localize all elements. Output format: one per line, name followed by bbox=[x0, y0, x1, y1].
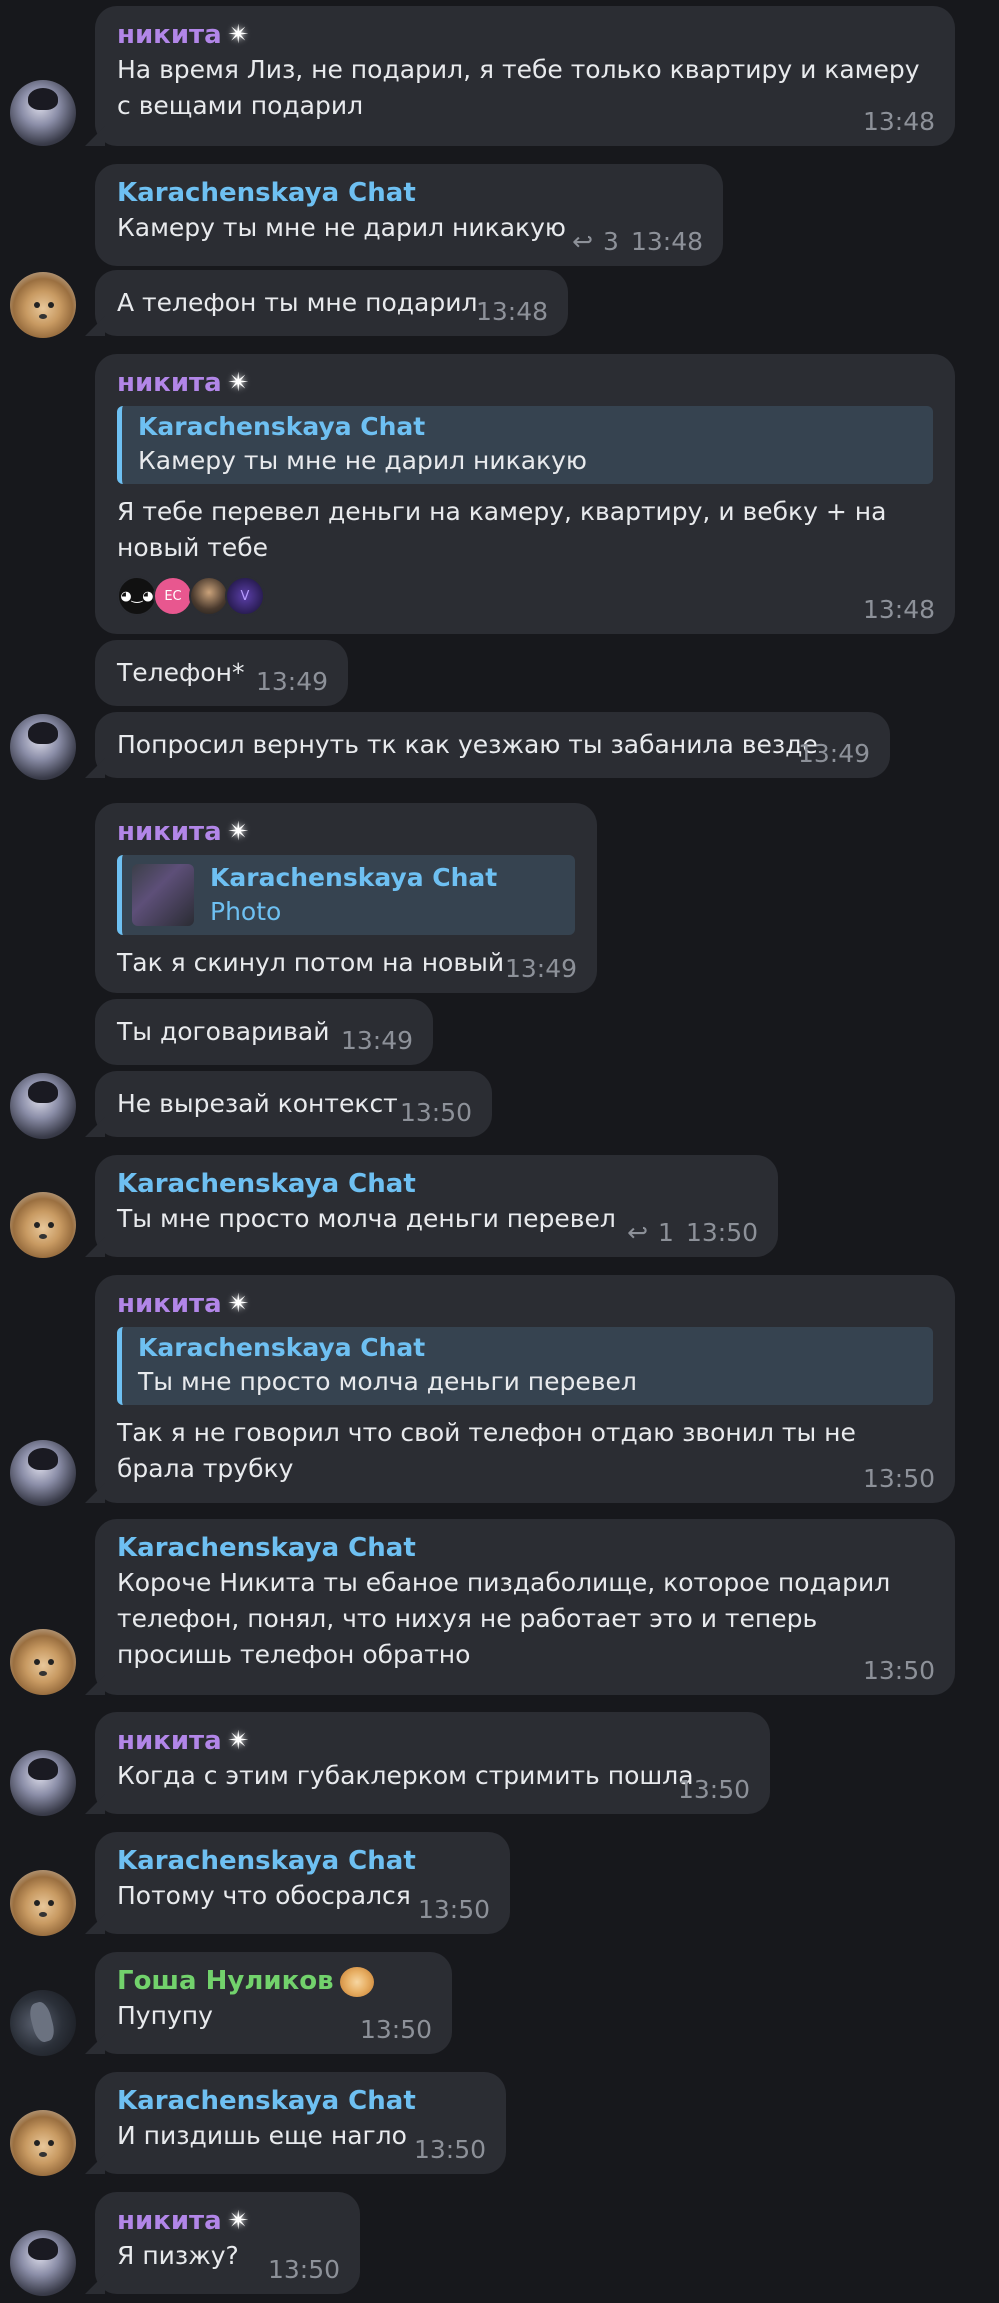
avatar-karachenskaya[interactable] bbox=[10, 2110, 76, 2176]
sparkle-star-icon: ✴ bbox=[227, 1289, 250, 1319]
avatar-nikita[interactable] bbox=[10, 80, 76, 146]
sender-name[interactable]: Karachenskaya Chat bbox=[117, 1531, 933, 1565]
message-time: 13:48 bbox=[862, 595, 935, 624]
reply-quote[interactable]: Karachenskaya Chat Камеру ты мне не дари… bbox=[117, 406, 933, 484]
reaction-avatar[interactable] bbox=[189, 576, 229, 616]
message-bubble[interactable]: никита ✴ Karachenskaya Chat Камеру ты мне… bbox=[95, 354, 955, 634]
message-bubble[interactable]: Karachenskaya Chat И пиздишь еще нагло 1… bbox=[95, 2072, 506, 2174]
quote-sender: Karachenskaya Chat bbox=[138, 412, 426, 441]
sender-name[interactable]: никита bbox=[117, 817, 222, 847]
sparkle-star-icon: ✴ bbox=[227, 817, 250, 847]
reply-arrow-icon: ↩ bbox=[627, 1218, 649, 1247]
message-bubble[interactable]: А телефон ты мне подарил 13:48 bbox=[95, 270, 568, 336]
sparkle-star-icon: ✴ bbox=[227, 2206, 250, 2236]
message-time: 13:48 bbox=[862, 107, 935, 136]
sender-name[interactable]: Karachenskaya Chat bbox=[117, 1167, 756, 1201]
quote-sender: Karachenskaya Chat bbox=[210, 863, 498, 892]
reply-quote[interactable]: Karachenskaya Chat Ты мне просто молча д… bbox=[117, 1327, 933, 1405]
message-time: 13:49 bbox=[340, 1026, 413, 1055]
reaction-avatar[interactable]: V bbox=[225, 576, 265, 616]
message-bubble[interactable]: Телефон* 13:49 bbox=[95, 640, 348, 706]
sender-name[interactable]: Karachenskaya Chat bbox=[117, 2084, 484, 2118]
photo-thumbnail bbox=[132, 864, 194, 926]
message-time: 13:49 bbox=[504, 954, 577, 983]
message-time: 13:50 bbox=[417, 1895, 490, 1924]
reactions[interactable]: ◕‿◕ EC V bbox=[117, 576, 933, 616]
message-bubble[interactable]: никита ✴ Karachenskaya Chat Ты мне просто… bbox=[95, 1275, 955, 1503]
sender-name[interactable]: никита bbox=[117, 1289, 222, 1319]
message-bubble[interactable]: Не вырезай контекст 13:50 bbox=[95, 1071, 492, 1137]
message-time: 13:50 bbox=[267, 2255, 340, 2284]
message-text: На время Лиз, не подарил, я тебе только … bbox=[117, 55, 920, 120]
sender-name[interactable]: никита bbox=[117, 2206, 222, 2236]
sender-name[interactable]: Гоша Нуликов bbox=[117, 1966, 334, 1996]
quote-sender: Karachenskaya Chat bbox=[138, 1333, 426, 1362]
message-text: Так я не говорил что свой телефон отдаю … bbox=[117, 1418, 856, 1483]
sender-name[interactable]: Karachenskaya Chat bbox=[117, 176, 701, 210]
message-text: Короче Никита ты ебаное пиздаболище, кот… bbox=[117, 1568, 891, 1669]
sender-name[interactable]: никита bbox=[117, 368, 222, 398]
sparkle-star-icon: ✴ bbox=[227, 368, 250, 398]
replies-button[interactable]: ↩ 3 bbox=[572, 227, 619, 256]
message-time: 13:49 bbox=[797, 739, 870, 768]
avatar-karachenskaya[interactable] bbox=[10, 1629, 76, 1695]
message-time: 13:50 bbox=[413, 2135, 486, 2164]
reaction-ec[interactable]: EC bbox=[153, 576, 193, 616]
sender-name[interactable]: Karachenskaya Chat bbox=[117, 1844, 488, 1878]
message-bubble[interactable]: Karachenskaya Chat Ты мне просто молча д… bbox=[95, 1155, 778, 1257]
message-time: 13:50 bbox=[359, 2015, 432, 2044]
message-time: 13:50 bbox=[862, 1656, 935, 1685]
message-time: 13:48 bbox=[475, 297, 548, 326]
message-time: 13:49 bbox=[255, 667, 328, 696]
avatar-karachenskaya[interactable] bbox=[10, 1192, 76, 1258]
avatar-karachenskaya[interactable] bbox=[10, 1870, 76, 1936]
avatar-nikita[interactable] bbox=[10, 1750, 76, 1816]
sparkle-star-icon: ✴ bbox=[227, 1726, 250, 1756]
reply-quote[interactable]: Karachenskaya Chat Photo bbox=[117, 855, 575, 935]
message-bubble[interactable]: Гоша Нуликов Пупупу 13:50 bbox=[95, 1952, 452, 2054]
avatar-nikita[interactable] bbox=[10, 714, 76, 780]
reaction-ghost-icon[interactable]: ◕‿◕ bbox=[117, 576, 157, 616]
reply-count: 3 bbox=[603, 227, 619, 256]
avatar-gosha[interactable] bbox=[10, 1990, 76, 2056]
message-bubble[interactable]: никита ✴ Я пизжу? 13:50 bbox=[95, 2192, 360, 2294]
message-time: 13:50 bbox=[399, 1098, 472, 1127]
message-text: Я тебе перевел деньги на камеру, квартир… bbox=[117, 497, 887, 562]
message-bubble[interactable]: Ты договаривай 13:49 bbox=[95, 999, 433, 1065]
message-bubble[interactable]: Karachenskaya Chat Короче Никита ты ебан… bbox=[95, 1519, 955, 1695]
message-bubble[interactable]: никита ✴ Когда с этим губаклерком стримит… bbox=[95, 1712, 770, 1814]
message-bubble[interactable]: Karachenskaya Chat Камеру ты мне не дари… bbox=[95, 164, 723, 266]
replies-button[interactable]: ↩ 1 bbox=[627, 1218, 674, 1247]
message-time: 13:48 bbox=[630, 227, 703, 256]
message-bubble[interactable]: никита ✴ На время Лиз, не подарил, я тебе… bbox=[95, 6, 955, 146]
message-time: 13:50 bbox=[862, 1464, 935, 1493]
message-text: Попросил вернуть тк как уезжаю ты забани… bbox=[117, 730, 818, 759]
message-bubble[interactable]: никита ✴ Karachenskaya Chat Photo Так я с… bbox=[95, 803, 597, 993]
sender-name[interactable]: никита bbox=[117, 1726, 222, 1756]
dog-emoji-icon bbox=[339, 1966, 374, 1997]
message-bubble[interactable]: Попросил вернуть тк как уезжаю ты забани… bbox=[95, 712, 890, 778]
message-bubble[interactable]: Karachenskaya Chat Потому что обосрался … bbox=[95, 1832, 510, 1934]
sparkle-star-icon: ✴ bbox=[227, 20, 250, 50]
avatar-nikita[interactable] bbox=[10, 2230, 76, 2296]
quote-text: Ты мне просто молча деньги перевел bbox=[138, 1367, 637, 1396]
quote-text: Камеру ты мне не дарил никакую bbox=[138, 446, 587, 475]
chat-history: никита ✴ На время Лиз, не подарил, я тебе… bbox=[0, 0, 999, 2303]
message-time: 13:50 bbox=[677, 1775, 750, 1804]
reply-count: 1 bbox=[658, 1218, 674, 1247]
sender-name[interactable]: никита bbox=[117, 20, 222, 50]
message-time: 13:50 bbox=[685, 1218, 758, 1247]
avatar-karachenskaya[interactable] bbox=[10, 272, 76, 338]
message-text: Когда с этим губаклерком стримить пошла bbox=[117, 1761, 694, 1790]
avatar-nikita[interactable] bbox=[10, 1073, 76, 1139]
avatar-nikita[interactable] bbox=[10, 1440, 76, 1506]
reply-arrow-icon: ↩ bbox=[572, 227, 594, 256]
quote-text: Photo bbox=[210, 897, 282, 926]
